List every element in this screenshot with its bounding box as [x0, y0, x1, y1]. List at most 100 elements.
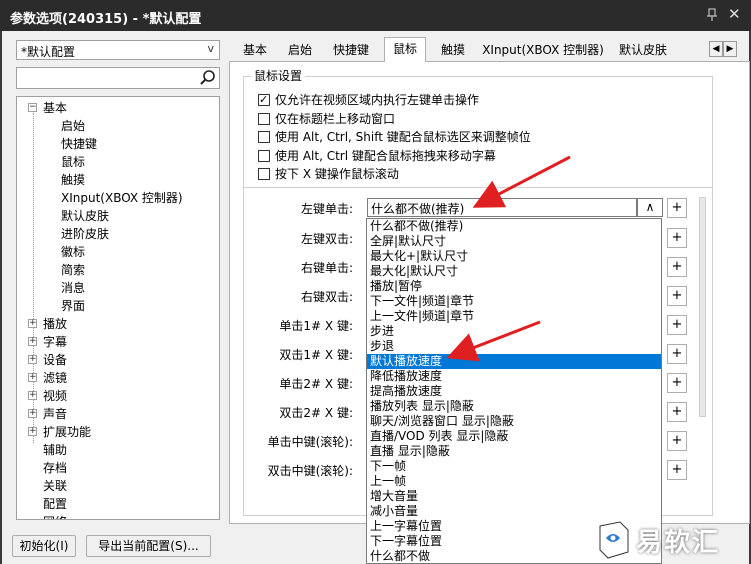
window-border [0, 31, 2, 564]
checkbox[interactable] [258, 92, 270, 108]
add-action-button[interactable]: + [667, 286, 687, 306]
dropdown-option[interactable]: 上一帧 [367, 474, 661, 489]
separator [243, 187, 713, 188]
tab[interactable]: 鼠标 [384, 37, 426, 62]
action-label: 双击2# X 键: [279, 406, 353, 420]
tree-item-label: 基本 [43, 101, 68, 115]
expand-icon[interactable]: + [28, 391, 37, 400]
tree-item-label: 声音 [43, 407, 68, 421]
add-action-button[interactable]: + [667, 460, 687, 480]
close-icon[interactable]: ✕ [728, 5, 741, 23]
tab[interactable]: 启始 [281, 40, 319, 60]
expand-icon[interactable]: + [28, 409, 37, 418]
profile-select[interactable]: *默认配置 v [16, 40, 220, 60]
dropdown-option[interactable]: 提高播放速度 [367, 384, 661, 399]
expand-icon[interactable]: + [28, 337, 37, 346]
checkbox-label: 使用 Alt, Ctrl, Shift 键配合鼠标选区来调整帧位 [275, 130, 531, 144]
scrollbar[interactable] [697, 197, 708, 497]
checkbox[interactable] [258, 149, 270, 162]
dropdown-option[interactable]: 下一文件|频道|章节 [367, 294, 661, 309]
dropdown-option[interactable]: 步退 [367, 339, 661, 354]
collapse-icon[interactable]: − [28, 103, 37, 112]
tab[interactable]: 快捷键 [327, 40, 375, 60]
tab-scroll-right-icon[interactable]: ▶ [723, 41, 737, 57]
search-icon[interactable] [199, 69, 217, 87]
dropdown-option[interactable]: 下一帧 [367, 459, 661, 474]
action-label: 左键双击: [300, 232, 353, 246]
group-title: 鼠标设置 [251, 67, 306, 84]
checkbox[interactable] [258, 168, 270, 180]
tab[interactable]: 触摸 [433, 40, 473, 60]
expand-icon[interactable]: + [28, 319, 37, 328]
tab-scroll-left-icon[interactable]: ◀ [709, 41, 723, 57]
action-label: 右键单击: [300, 261, 353, 275]
action-label: 单击1# X 键: [279, 319, 353, 333]
add-action-button[interactable]: + [667, 431, 687, 451]
title-bar: 参数选项(240315) - *默认配置 ✕ [0, 0, 751, 31]
checkbox-label: 使用 Alt, Ctrl 键配合鼠标拖拽来移动字幕 [275, 148, 496, 163]
add-action-button[interactable]: + [667, 344, 687, 364]
scrollbar-thumb[interactable] [699, 197, 706, 417]
add-action-button[interactable]: + [667, 198, 687, 218]
dropdown-toggle-button[interactable]: ∧ [637, 198, 663, 217]
add-action-button[interactable]: + [667, 315, 687, 335]
action-label: 双击中键(滚轮): [267, 464, 353, 478]
tree-item-label: 徽标 [61, 245, 86, 259]
tab[interactable]: 默认皮肤 [613, 40, 673, 60]
init-button[interactable]: 初始化(I) [12, 535, 76, 557]
checkbox-label: 仅在标题栏上移动窗口 [275, 111, 396, 126]
dropdown-option[interactable]: 直播 显示|隐蔽 [367, 444, 661, 459]
watermark: 易软汇 [590, 518, 748, 562]
tree-item-label: 网络 [43, 513, 67, 519]
tree-item-label: 视频 [43, 389, 68, 403]
add-action-button[interactable]: + [667, 257, 687, 277]
dropdown-option[interactable]: 什么都不做(推荐) [367, 219, 661, 234]
tree-item-label: 扩展功能 [43, 425, 92, 439]
add-action-button[interactable]: + [667, 228, 687, 248]
action-label: 单击中键(滚轮): [267, 435, 353, 449]
dropdown-option[interactable]: 最大化+|默认尺寸 [367, 249, 661, 264]
tree-item-label: 辅助 [43, 443, 68, 457]
dropdown-option[interactable]: 聊天/浏览器窗口 显示|隐蔽 [367, 414, 661, 429]
tree-item-label: 鼠标 [61, 155, 86, 169]
settings-tree[interactable]: − 基本 启始 快捷键 鼠标 触摸 XInput(XBOX 控制器) 默认皮肤 进阶皮肤 徽标 简索… [16, 96, 220, 520]
tree-item-label: 启始 [61, 119, 86, 133]
tree-item-label: 快捷键 [61, 137, 98, 151]
dropdown-option[interactable]: 上一文件|频道|章节 [367, 309, 661, 324]
expand-icon[interactable]: + [28, 373, 37, 382]
tab[interactable]: XInput(XBOX 控制器) [481, 40, 605, 60]
dropdown-option[interactable]: 播放列表 显示|隐蔽 [367, 399, 661, 414]
dropdown-option[interactable]: 步进 [367, 324, 661, 339]
dropdown-option[interactable]: 默认播放速度 [367, 354, 661, 369]
dropdown-option[interactable]: 全屏|默认尺寸 [367, 234, 661, 249]
export-config-button[interactable]: 导出当前配置(S)... [86, 535, 211, 557]
add-action-button[interactable]: + [667, 373, 687, 393]
expand-icon[interactable]: + [28, 427, 37, 436]
expand-icon[interactable]: + [28, 355, 37, 364]
action-label: 单击2# X 键: [279, 377, 353, 391]
dropdown-option[interactable]: 降低播放速度 [367, 369, 661, 384]
search-input[interactable] [16, 67, 220, 89]
checkbox[interactable] [258, 131, 270, 143]
tree-item-label: 存档 [43, 461, 68, 475]
add-action-button[interactable]: + [667, 402, 687, 422]
dropdown-option[interactable]: 增大音量 [367, 489, 661, 504]
dropdown-option[interactable]: 最大化|默认尺寸 [367, 264, 661, 279]
tree-item-label: 界面 [61, 299, 86, 313]
tree-item-label: 字幕 [43, 335, 68, 349]
window-title: 参数选项(240315) - *默认配置 [10, 12, 202, 27]
dropdown-option[interactable]: 播放|暂停 [367, 279, 661, 294]
tree-item-label: 消息 [61, 281, 86, 295]
tree-item-label: XInput(XBOX 控制器) [61, 191, 183, 205]
left-click-action-value: 什么都不做(推荐) [371, 202, 465, 216]
tree-item-label: 触摸 [61, 173, 86, 187]
dropdown-option[interactable]: 减小音量 [367, 504, 661, 519]
checkbox[interactable] [258, 112, 270, 125]
profile-select-value: *默认配置 [21, 45, 76, 59]
pin-icon[interactable] [704, 7, 720, 23]
action-dropdown-list[interactable]: 什么都不做(推荐) 全屏|默认尺寸 最大化+|默认尺寸 最大化|默认尺寸 播放|暂停 下一… [366, 218, 662, 564]
left-click-action-select[interactable]: 什么都不做(推荐) [367, 198, 637, 217]
logo-icon [599, 521, 629, 559]
tab[interactable]: 基本 [237, 40, 273, 60]
dropdown-option[interactable]: 直播/VOD 列表 显示|隐蔽 [367, 429, 661, 444]
